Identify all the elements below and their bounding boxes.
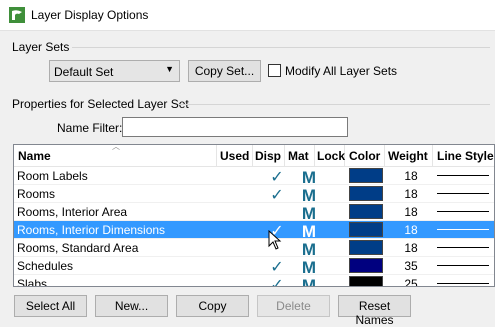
material-icon[interactable]: M (295, 256, 323, 277)
select-all-button[interactable]: Select All (14, 295, 87, 317)
table-row[interactable]: Rooms ✓ M 18 (14, 183, 494, 205)
column-header-line-style[interactable]: Line Style (433, 145, 494, 167)
modify-all-label[interactable]: Modify All Layer Sets (285, 64, 397, 78)
layer-name: Rooms, Interior Area (17, 205, 128, 219)
material-icon[interactable]: M (295, 184, 323, 205)
line-style-sample[interactable] (437, 193, 489, 194)
layer-sets-divider (72, 47, 490, 48)
material-icon[interactable]: M (295, 202, 323, 223)
table-row[interactable]: Rooms, Standard Area M 18 (14, 238, 494, 259)
layer-name: Rooms, Standard Area (17, 241, 139, 255)
new-button[interactable]: New... (95, 295, 168, 317)
color-swatch[interactable] (349, 258, 383, 273)
layer-name: Slabs (17, 277, 48, 287)
chevron-down-icon: ▼ (165, 64, 174, 74)
modify-all-checkbox[interactable] (268, 64, 281, 77)
column-header-weight[interactable]: Weight (385, 145, 433, 167)
table-row[interactable]: Schedules ✓ M 35 (14, 255, 494, 277)
line-weight: 35 (404, 259, 418, 273)
name-filter-label: Name Filter: (57, 121, 123, 135)
color-swatch[interactable] (349, 168, 383, 183)
check-icon[interactable]: ✓ (262, 165, 292, 186)
line-style-sample[interactable] (437, 283, 489, 284)
layer-name: Room Labels (17, 169, 88, 183)
material-icon[interactable]: M (295, 238, 323, 259)
column-header-disp[interactable]: Disp (253, 145, 285, 167)
check-icon[interactable] (262, 201, 292, 219)
table-row-selected[interactable]: Rooms, Interior Dimensions ✓ M 18 (14, 220, 494, 241)
check-icon[interactable]: ✓ (262, 273, 292, 286)
line-style-sample[interactable] (437, 265, 489, 266)
layer-name: Rooms (17, 187, 56, 201)
copy-button[interactable]: Copy (176, 295, 249, 317)
line-style-sample[interactable] (437, 175, 489, 176)
table-header: Name Used Disp Mat Lock Color Weight Lin… (14, 145, 494, 167)
color-swatch[interactable] (349, 186, 383, 201)
color-swatch[interactable] (349, 204, 383, 219)
line-weight: 18 (404, 241, 418, 255)
layer-sets-group-label: Layer Sets (12, 40, 70, 54)
line-weight: 18 (404, 187, 418, 201)
mouse-pointer-icon (268, 230, 282, 250)
window-title: Layer Display Options (31, 8, 149, 22)
line-style-sample[interactable] (437, 247, 489, 248)
table-row[interactable]: Rooms, Interior Area M 18 (14, 201, 494, 223)
column-header-lock[interactable]: Lock (315, 145, 345, 167)
line-weight: 25 (404, 277, 418, 287)
delete-button[interactable]: Delete (257, 295, 330, 317)
column-header-name[interactable]: Name (14, 145, 217, 167)
line-style-sample[interactable] (437, 229, 489, 230)
line-weight: 18 (404, 169, 418, 183)
color-swatch[interactable] (349, 240, 383, 255)
line-weight: 18 (404, 205, 418, 219)
column-header-used[interactable]: Used (217, 145, 253, 167)
line-style-sample[interactable] (437, 211, 489, 212)
copy-set-button[interactable]: Copy Set... (188, 60, 261, 82)
line-weight: 18 (404, 223, 418, 237)
layer-name: Rooms, Interior Dimensions (17, 223, 166, 237)
material-icon[interactable]: M (295, 274, 323, 286)
table-row[interactable]: Slabs ✓ M 25 (14, 273, 494, 287)
table-row[interactable]: Room Labels ✓ M 18 (14, 165, 494, 187)
layer-set-dropdown-value: Default Set (54, 65, 114, 79)
column-header-mat[interactable]: Mat (285, 145, 315, 167)
color-swatch[interactable] (349, 276, 383, 286)
title-bar: Layer Display Options (0, 0, 495, 31)
material-icon[interactable]: M (295, 220, 323, 241)
material-icon[interactable]: M (295, 166, 323, 187)
properties-group-label: Properties for Selected Layer Set (12, 97, 189, 111)
app-icon (9, 7, 25, 23)
layer-table[interactable]: ︿ Name Used Disp Mat Lock Color Weight L… (13, 144, 495, 287)
properties-divider (178, 104, 490, 105)
check-icon[interactable]: ✓ (262, 183, 292, 204)
check-icon[interactable]: ✓ (262, 255, 292, 276)
color-swatch[interactable] (349, 222, 383, 237)
layer-name: Schedules (17, 259, 74, 273)
reset-names-button[interactable]: Reset Names (338, 295, 411, 327)
name-filter-input[interactable] (122, 117, 348, 137)
column-header-color[interactable]: Color (345, 145, 385, 167)
layer-set-dropdown[interactable]: Default Set ▼ (49, 60, 180, 82)
